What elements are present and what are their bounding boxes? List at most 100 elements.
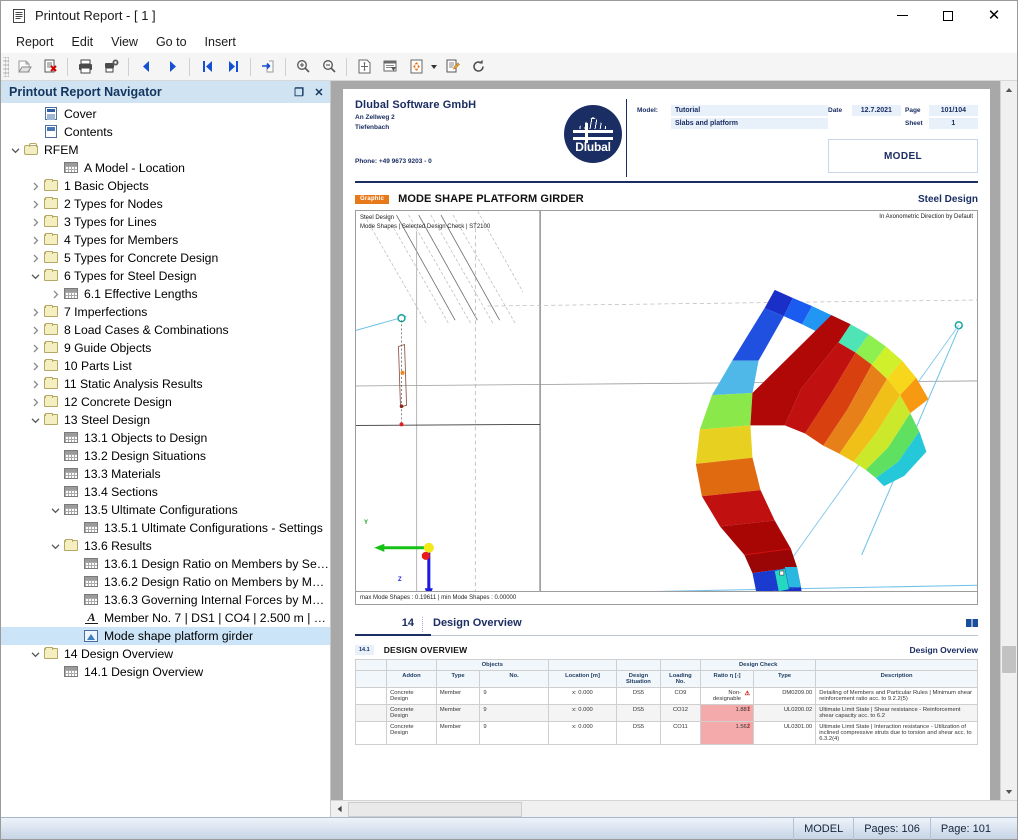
- collapse-chevron-icon[interactable]: [27, 411, 43, 429]
- export-dropdown-arrow-icon[interactable]: [429, 55, 439, 79]
- tree-item[interactable]: 13.6.1 Design Ratio on Members by Sectio…: [1, 555, 330, 573]
- expand-chevron-icon[interactable]: [27, 339, 43, 357]
- expand-chevron-icon[interactable]: [27, 195, 43, 213]
- tree-item[interactable]: 6.1 Effective Lengths: [1, 285, 330, 303]
- tree-item[interactable]: 12 Concrete Design: [1, 393, 330, 411]
- tree-item[interactable]: 13.6.3 Governing Internal Forces by Memb…: [1, 591, 330, 609]
- tree-item[interactable]: 5 Types for Concrete Design: [1, 249, 330, 267]
- tree-item[interactable]: Cover: [1, 105, 330, 123]
- maximize-button[interactable]: [925, 1, 971, 31]
- tree-item[interactable]: 14 Design Overview: [1, 645, 330, 663]
- expand-chevron-icon[interactable]: [27, 303, 43, 321]
- menu-item-insert[interactable]: Insert: [196, 33, 245, 51]
- tree-item[interactable]: 13.4 Sections: [1, 483, 330, 501]
- edit-report-icon[interactable]: [440, 55, 464, 79]
- scroll-left-button[interactable]: [331, 801, 348, 818]
- tree-item[interactable]: 4 Types for Members: [1, 231, 330, 249]
- vertical-scrollbar[interactable]: [1000, 81, 1017, 800]
- tree-item[interactable]: 13.6.2 Design Ratio on Members by Member: [1, 573, 330, 591]
- expand-chevron-icon[interactable]: [47, 285, 63, 303]
- tree-item[interactable]: RFEM: [1, 141, 330, 159]
- table-group-header-empty: [659, 659, 702, 671]
- export-icon[interactable]: [404, 55, 428, 79]
- refresh-icon[interactable]: [466, 55, 490, 79]
- page-label: Page: [905, 107, 921, 114]
- table-row[interactable]: Concrete Design Member 9 x: 0.000 DS5 CO12 1.8…: [354, 704, 978, 722]
- undock-icon[interactable]: ❐: [290, 83, 308, 101]
- close-button[interactable]: ✕: [971, 1, 1017, 31]
- expand-chevron-icon[interactable]: [27, 393, 43, 411]
- tree-item[interactable]: 13.1 Objects to Design: [1, 429, 330, 447]
- horizontal-scrollbar[interactable]: [331, 800, 1017, 817]
- menu-item-view[interactable]: View: [102, 33, 147, 51]
- zoom-in-icon[interactable]: [291, 55, 315, 79]
- resize-grip[interactable]: [1001, 818, 1017, 840]
- tree-item[interactable]: 13.5 Ultimate Configurations: [1, 501, 330, 519]
- tree-item[interactable]: A Model - Location: [1, 159, 330, 177]
- scroll-up-button[interactable]: [1001, 81, 1017, 98]
- vertical-scroll-track[interactable]: [1001, 98, 1017, 783]
- tree-item[interactable]: 13.3 Materials: [1, 465, 330, 483]
- collapse-chevron-icon[interactable]: [47, 501, 63, 519]
- tree-item[interactable]: A Member No. 7 | DS1 | CO4 | 2.500 m | ST…: [1, 609, 330, 627]
- folder-icon: [43, 178, 60, 194]
- print-settings-icon[interactable]: [99, 55, 123, 79]
- collapse-chevron-icon[interactable]: [27, 645, 43, 663]
- tree-item[interactable]: 14.1 Design Overview: [1, 663, 330, 681]
- last-page-icon[interactable]: [221, 55, 245, 79]
- tree-item[interactable]: 3 Types for Lines: [1, 213, 330, 231]
- table-row[interactable]: Concrete Design Member 9 x: 0.000 DS5 CO11 1.5…: [354, 721, 978, 745]
- tree-item[interactable]: 13.2 Design Situations: [1, 447, 330, 465]
- navigator-close-icon[interactable]: ✕: [310, 83, 328, 101]
- mode-shape-graphic[interactable]: Steel Design Mode Shapes | Selected Desi…: [355, 210, 978, 605]
- open-report-icon[interactable]: [12, 55, 36, 79]
- tree-item[interactable]: 8 Load Cases & Combinations: [1, 321, 330, 339]
- expand-chevron-icon[interactable]: [27, 231, 43, 249]
- menu-item-report[interactable]: Report: [7, 33, 63, 51]
- vertical-scroll-thumb[interactable]: [1002, 646, 1016, 674]
- collapse-chevron-icon[interactable]: [7, 141, 23, 159]
- tree-item[interactable]: 13.5.1 Ultimate Configurations - Setting…: [1, 519, 330, 537]
- previous-page-icon[interactable]: [134, 55, 158, 79]
- next-page-icon[interactable]: [160, 55, 184, 79]
- expand-chevron-icon[interactable]: [27, 321, 43, 339]
- horizontal-scroll-track[interactable]: [348, 801, 1017, 818]
- chapter-number: 14: [355, 617, 423, 632]
- tree-item[interactable]: 7 Imperfections: [1, 303, 330, 321]
- horizontal-scroll-thumb[interactable]: [348, 801, 522, 817]
- menu-item-edit[interactable]: Edit: [63, 33, 103, 51]
- tree-item[interactable]: 9 Guide Objects: [1, 339, 330, 357]
- expand-chevron-icon[interactable]: [27, 357, 43, 375]
- zoom-out-icon[interactable]: [317, 55, 341, 79]
- selection-icon[interactable]: [378, 55, 402, 79]
- minimize-button[interactable]: [879, 1, 925, 31]
- tree-item[interactable]: 13.6 Results: [1, 537, 330, 555]
- go-to-page-icon[interactable]: [256, 55, 280, 79]
- tree-item[interactable]: 2 Types for Nodes: [1, 195, 330, 213]
- tree-item[interactable]: 1 Basic Objects: [1, 177, 330, 195]
- page-setup-icon[interactable]: [352, 55, 376, 79]
- collapse-chevron-icon[interactable]: [27, 267, 43, 285]
- tree-item-label: RFEM: [44, 143, 79, 157]
- expand-chevron-icon[interactable]: [27, 249, 43, 267]
- table-row[interactable]: Concrete Design Member 9 x: 0.000 DS5 CO9 Non-…: [354, 687, 978, 705]
- tree-item[interactable]: 6 Types for Steel Design: [1, 267, 330, 285]
- toolbar-grip[interactable]: [3, 56, 9, 77]
- navigator-header: Printout Report Navigator ❐ ✕: [1, 81, 330, 103]
- first-page-icon[interactable]: [195, 55, 219, 79]
- collapse-chevron-icon[interactable]: [47, 537, 63, 555]
- tree-item[interactable]: 13 Steel Design: [1, 411, 330, 429]
- tree-item[interactable]: 11 Static Analysis Results: [1, 375, 330, 393]
- expand-chevron-icon[interactable]: [27, 375, 43, 393]
- tree-item[interactable]: 10 Parts List: [1, 357, 330, 375]
- tree-item[interactable]: Contents: [1, 123, 330, 141]
- scroll-down-button[interactable]: [1001, 783, 1017, 800]
- print-icon[interactable]: [73, 55, 97, 79]
- tree-item-label: 13.6 Results: [84, 539, 152, 553]
- menu-item-goto[interactable]: Go to: [147, 33, 196, 51]
- expand-chevron-icon[interactable]: [27, 213, 43, 231]
- expand-chevron-icon[interactable]: [27, 177, 43, 195]
- cell-design-situation: DS5: [616, 687, 661, 705]
- tree-item[interactable]: Mode shape platform girder: [1, 627, 330, 645]
- delete-report-icon[interactable]: [38, 55, 62, 79]
